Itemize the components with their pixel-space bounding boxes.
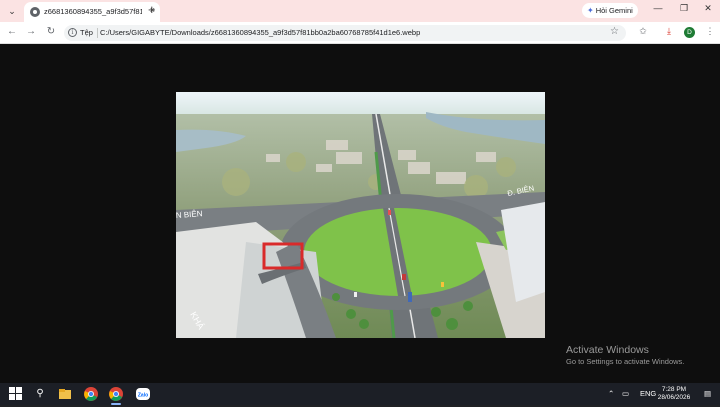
watermark-subtitle: Go to Settings to activate Windows.: [566, 357, 685, 366]
tray-overflow-icon[interactable]: ⌃: [608, 383, 614, 405]
bookmark-star-icon[interactable]: ☆: [610, 26, 619, 37]
ask-gemini-button[interactable]: ✦ Hỏi Gemini: [582, 3, 638, 18]
tab-strip: ⌄ z6681360894355_a9f3d57f81bb0 × + ✦Hỏi …: [0, 0, 720, 22]
chrome-active-icon[interactable]: [108, 386, 124, 405]
minimize-button[interactable]: —: [650, 3, 666, 13]
battery-icon[interactable]: ▭: [622, 383, 629, 405]
forward-button[interactable]: →: [24, 26, 38, 37]
windows-taskbar: ⚲ Zalo ⌃ ▭ ENG 7:28 PM 28/06/2026 ▤: [0, 383, 720, 405]
gemini-label: Hỏi Gemini: [595, 6, 633, 15]
road-label-left: N BIÊN: [176, 209, 203, 220]
tab-title: z6681360894355_a9f3d57f81bb0: [44, 7, 142, 16]
address-bar[interactable]: i Tệp C:/Users/GIGABYTE/Downloads/z66813…: [64, 25, 626, 41]
language-indicator[interactable]: ENG: [640, 383, 656, 405]
tab-search-button[interactable]: ⌄: [5, 4, 19, 18]
clock-date: 28/06/2026: [657, 394, 691, 401]
browser-toolbar: ← → ↻ i Tệp C:/Users/GIGABYTE/Downloads/…: [0, 22, 720, 44]
gemini-sparkle-icon: ✦: [587, 6, 594, 15]
download-icon[interactable]: ⤓: [662, 26, 676, 37]
zalo-icon[interactable]: Zalo: [135, 386, 151, 402]
new-tab-button[interactable]: +: [148, 3, 156, 17]
profile-avatar[interactable]: D: [684, 27, 695, 38]
taskbar-clock[interactable]: 7:28 PM 28/06/2026: [656, 386, 692, 402]
chrome-icon[interactable]: [83, 386, 99, 402]
back-button[interactable]: ←: [5, 26, 19, 37]
chip-divider: [97, 28, 98, 38]
file-explorer-icon[interactable]: [57, 386, 73, 402]
menu-kebab-icon[interactable]: ⋮: [703, 26, 717, 37]
notification-icon[interactable]: ▤: [704, 383, 711, 405]
watermark-title: Activate Windows: [566, 344, 649, 356]
image-viewer: N BIÊN Đ. BIÊN KHÁ Activate Windows Go t…: [0, 44, 720, 383]
interchange-render-image: N BIÊN Đ. BIÊN KHÁ: [176, 92, 545, 338]
site-info-icon[interactable]: i: [68, 28, 77, 37]
clock-time: 7:28 PM: [661, 386, 687, 393]
search-icon[interactable]: ⚲: [32, 386, 48, 402]
start-button[interactable]: [8, 386, 24, 402]
extensions-icon[interactable]: ✩: [636, 26, 650, 37]
tab-active[interactable]: z6681360894355_a9f3d57f81bb0 ×: [24, 2, 160, 22]
close-window-button[interactable]: ✕: [700, 3, 716, 14]
globe-icon: [30, 7, 40, 17]
activate-windows-watermark: Activate Windows Go to Settings to activ…: [566, 344, 684, 367]
zalo-label: Zalo: [138, 393, 148, 399]
file-chip[interactable]: Tệp: [80, 27, 93, 39]
reload-button[interactable]: ↻: [44, 26, 58, 37]
url-text[interactable]: C:/Users/GIGABYTE/Downloads/z66813608943…: [100, 27, 420, 39]
restore-button[interactable]: ❐: [676, 3, 692, 14]
